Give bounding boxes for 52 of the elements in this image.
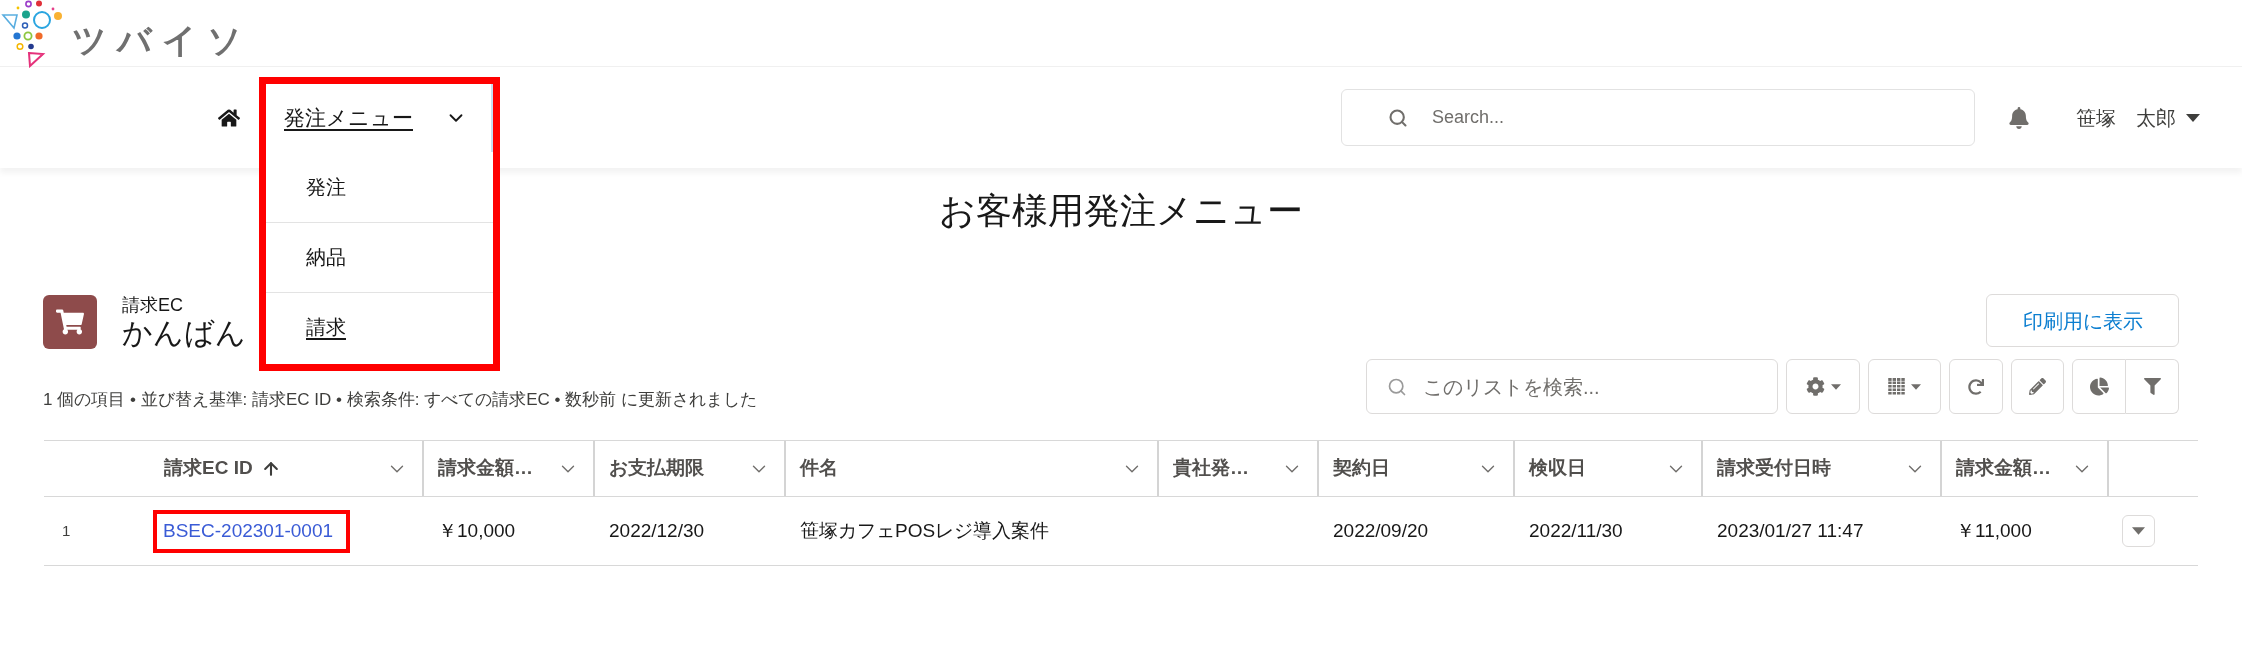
table-cell: 2022/12/30: [609, 519, 705, 541]
column-header[interactable]: 貴社発…: [1157, 441, 1317, 496]
search-icon: [1387, 376, 1407, 397]
display-as-button[interactable]: [1868, 359, 1941, 414]
column-header[interactable]: 請求金額…: [422, 441, 593, 496]
list-summary: 1 個の項目 • 並び替え基準: 請求EC ID • 検索条件: すべての請求EC • 数秒前 に更新されました: [43, 388, 757, 411]
table-icon: [1888, 378, 1905, 395]
chart-button[interactable]: [2072, 359, 2126, 414]
search-field[interactable]: Search...: [1341, 89, 1975, 146]
caret-icon: [2186, 113, 2200, 122]
menu-item[interactable]: 請求: [266, 291, 493, 362]
menu-item[interactable]: 納品: [266, 221, 493, 292]
table-cell: 2022/11/30: [1529, 519, 1623, 541]
filter-icon: [2143, 378, 2161, 395]
column-header[interactable]: 請求金額…: [1940, 441, 2107, 496]
record-link[interactable]: BSEC-202301-0001: [163, 519, 334, 541]
column-header[interactable]: 契約日: [1317, 441, 1513, 496]
row-action-button[interactable]: [2122, 515, 2155, 547]
column-header[interactable]: 請求受付日時: [1701, 441, 1940, 496]
filter-button[interactable]: [2126, 359, 2179, 414]
caret-icon: [1830, 383, 1841, 390]
edit-button[interactable]: [2011, 359, 2064, 414]
refresh-button[interactable]: [1949, 359, 2003, 414]
search-icon: [1388, 107, 1408, 128]
row-number: 1: [62, 522, 71, 539]
settings-icon: [1805, 377, 1825, 396]
caret-icon: [1911, 383, 1921, 390]
page-title: お客様用発注メニュー: [938, 189, 1304, 233]
table-cell: ￥11,000: [1956, 519, 2032, 541]
list-view-name: かんばん: [122, 316, 246, 350]
caret-icon: [2132, 527, 2145, 535]
column-header[interactable]: 検収日: [1513, 441, 1701, 496]
table-cell: 2023/01/27 11:47: [1717, 519, 1864, 541]
pencil-icon: [2029, 378, 2046, 395]
cart-icon: [43, 295, 97, 349]
object-label: 請求EC: [122, 294, 184, 316]
table-cell: ￥10,000: [438, 519, 516, 541]
bell-icon[interactable]: [2008, 106, 2030, 129]
refresh-icon: [1968, 378, 1984, 395]
column-header[interactable]: お支払期限: [593, 441, 784, 496]
column-header[interactable]: 件名: [784, 441, 1157, 496]
table-cell: 2022/09/20: [1333, 519, 1429, 541]
list-search-field[interactable]: このリストを検索...: [1366, 359, 1778, 414]
print-button[interactable]: 印刷用に表示: [1986, 294, 2179, 347]
pie-chart-icon: [2089, 377, 2109, 396]
table-cell: 笹塚カフェPOSレジ導入案件: [800, 519, 1050, 541]
settings-button[interactable]: [1786, 359, 1860, 414]
menu-item[interactable]: 発注: [266, 151, 493, 222]
home-icon[interactable]: [218, 106, 240, 129]
logo-text: ツバイソ: [72, 20, 252, 60]
column-header[interactable]: 請求EC ID: [150, 441, 422, 496]
user-menu[interactable]: 笹塚 太郎: [2076, 102, 2200, 133]
